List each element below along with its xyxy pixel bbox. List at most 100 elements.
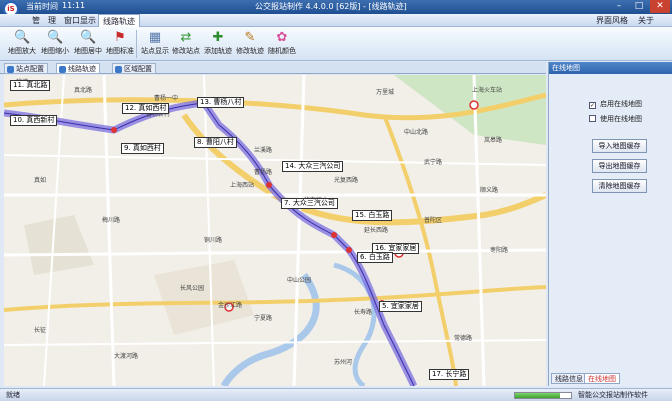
close-button[interactable]: ✕ [650,0,670,13]
menu-manage[interactable]: 管 理 [28,14,60,27]
tab-line-info[interactable]: 线路信息 [551,373,587,384]
checkbox-box: ✓ [589,102,596,109]
place-label: 长寿路 [354,309,373,316]
checkbox-label: 使用在线地图 [600,115,642,123]
stop-marker[interactable]: 6. 白玉路 [357,252,393,263]
place-label: 常德路 [454,335,473,342]
title-bar: iS 当前时间 11:11 公交报站制作 4.4.0.0 [62版] - [线路… [0,0,672,17]
place-label: 万里城 [376,89,395,96]
center-label: 地图居中 [74,47,102,55]
place-label: 长征 [34,327,47,334]
stop-marker[interactable]: 17. 长宁路 [429,369,470,380]
stop-marker[interactable]: 12. 真如西村 [122,103,170,114]
flag-icon: ⚑ [114,30,126,45]
menu-bar: 管 理 窗口显示 线路轨迹 界面风格 关于 [0,14,672,27]
edit-track-label: 修改轨迹 [236,47,264,55]
menu-theme[interactable]: 界面风格 [592,14,632,27]
stop-marker[interactable]: 13. 曹杨八村 [197,97,245,108]
place-label: 宁夏路 [254,315,273,322]
toolbar: 🔍 地图放大 🔍 地图缩小 🔍 地图居中 ⚑ 地图标准 ▦ 站点显示 ⇄ 修改站… [0,27,672,61]
place-label: 光复西路 [334,177,359,184]
status-text: 就绪 [6,391,20,399]
tab-doc-icon [7,66,14,73]
progress-fill [515,393,560,398]
place-label: 铜川路 [204,237,223,244]
tab-label: 区域配置 [124,65,152,73]
import-cache-button[interactable]: 导入地图缓存 [592,139,647,153]
zoom-out-label: 地图缩小 [41,47,69,55]
edit-stop-button[interactable]: ⇄ 修改站点 [170,28,202,60]
stop-marker[interactable]: 9. 真如西村 [121,143,164,154]
random-color-button[interactable]: ✿ 随机颜色 [266,28,298,60]
tab-label: 线路轨迹 [68,65,96,73]
place-label: 武宁路 [424,159,443,166]
stop-marker[interactable]: 11. 真北路 [10,80,51,91]
add-track-icon: ✚ [212,30,224,45]
status-bar: 就绪 智能公交报站制作软件 [0,388,672,401]
zoom-in-label: 地图放大 [8,47,36,55]
stop-marker[interactable]: 15. 白玉路 [352,210,393,221]
use-online-map-checkbox[interactable]: 使用在线地图 [589,114,642,124]
place-label: 顺义路 [480,187,499,194]
menu-track[interactable]: 线路轨迹 [98,14,140,27]
stop-marker[interactable]: 10. 真西新村 [10,115,58,126]
standard-label: 地图标准 [106,47,134,55]
clock: 11:11 [62,1,86,10]
online-map-panel: 在线地图 ✓ 启用在线地图 使用在线地图 导入地图缓存 导出地图缓存 清除地图缓存 [548,62,672,386]
checkbox-label: 启用在线地图 [600,100,642,108]
tab-area-config[interactable]: 区域配置 [112,63,156,74]
random-color-label: 随机颜色 [268,47,296,55]
enable-online-map-checkbox[interactable]: ✓ 启用在线地图 [589,99,642,109]
progress-bar [514,392,572,399]
place-label: 中山公园 [287,277,312,284]
place-label: 梅川路 [102,217,121,224]
copyright-text: 智能公交报站制作软件 [578,391,648,399]
tab-label: 站点配置 [16,65,44,73]
zoom-out-icon: 🔍 [47,30,64,45]
toolbar-divider [136,30,137,58]
tab-doc-icon [115,66,122,73]
panel-tabs: 线路信息 在线地图 [548,373,672,386]
stop-marker[interactable]: 8. 曹阳八村 [194,137,237,148]
center-button[interactable]: 🔍 地图居中 [72,28,104,60]
add-track-button[interactable]: ✚ 添加轨迹 [202,28,234,60]
place-label: 中山北路 [404,129,429,136]
map-view[interactable]: 桃浦 真北路 曹杨新村 真如 曹杨路 武宁路 中山公园 长风公园 金沙江路 宁夏… [4,75,546,386]
place-label: 上海火车站 [472,87,503,94]
place-label: 金沙江路 [218,302,243,309]
place-label: 真如 [34,177,47,184]
place-label: 延长西路 [364,227,389,234]
place-label: 岚皋路 [484,137,503,144]
stop-marker[interactable]: 5. 宜家家居 [379,301,422,312]
menu-about[interactable]: 关于 [634,14,658,27]
menu-window[interactable]: 窗口显示 [60,14,100,27]
zoom-in-icon: 🔍 [14,30,31,45]
zoom-in-button[interactable]: 🔍 地图放大 [6,28,38,60]
minimize-button[interactable]: – [609,0,629,13]
place-label: 曹杨路 [254,169,273,176]
tab-online-map[interactable]: 在线地图 [584,373,620,384]
place-label: 苏州河 [334,359,353,366]
center-icon: 🔍 [80,30,97,45]
edit-stop-icon: ⇄ [180,30,192,45]
stop-marker[interactable]: 14. 大众三汽公司 [282,161,344,172]
palette-icon: ✿ [276,30,288,45]
clear-cache-button[interactable]: 清除地图缓存 [592,179,647,193]
edit-track-button[interactable]: ✎ 修改轨迹 [234,28,266,60]
maximize-button[interactable]: □ [629,0,649,13]
stop-marker[interactable]: 7. 大众三汽公司 [281,198,338,209]
add-track-label: 添加轨迹 [204,47,232,55]
place-label: 上海西站 [230,182,255,189]
standard-button[interactable]: ⚑ 地图标准 [104,28,136,60]
stop-display-label: 站点显示 [141,47,169,55]
stop-display-button[interactable]: ▦ 站点显示 [139,28,171,60]
place-label: 大渡河路 [114,353,139,360]
edit-track-icon: ✎ [244,30,256,45]
tab-stop-config[interactable]: 站点配置 [4,63,48,74]
time-label: 当前时间 [26,2,58,11]
panel-title: 在线地图 [549,62,672,74]
place-label: 普陀区 [424,217,443,224]
zoom-out-button[interactable]: 🔍 地图缩小 [39,28,71,60]
tab-line-track[interactable]: 线路轨迹 [56,63,100,74]
export-cache-button[interactable]: 导出地图缓存 [592,159,647,173]
